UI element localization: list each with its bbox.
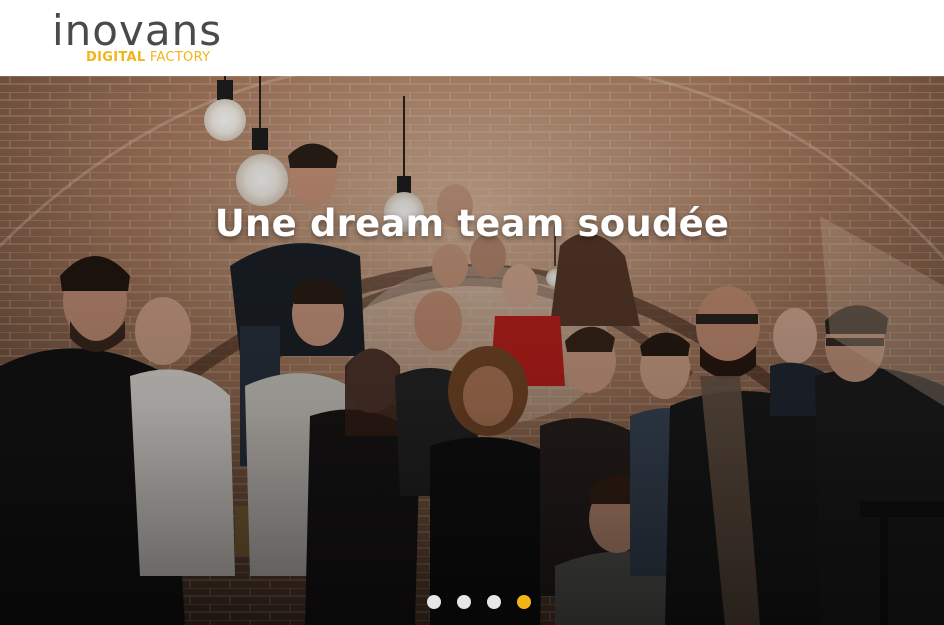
logo-tagline: DIGITAL FACTORY [86, 51, 210, 65]
inovans-logo[interactable]: inovans DIGITAL FACTORY [52, 10, 227, 68]
site-header: inovans DIGITAL FACTORY [0, 0, 944, 76]
hero-title: Une dream team soudée [214, 202, 730, 245]
slider-pagination [427, 595, 531, 609]
hero-slider[interactable]: Une dream team soudée [0, 76, 944, 625]
slider-dot-2[interactable] [457, 595, 471, 609]
hero-team-photo [0, 76, 944, 625]
logo-tagline-rest: FACTORY [149, 50, 211, 65]
logo-wordmark: inovans [52, 6, 223, 55]
slider-dot-4[interactable] [517, 595, 531, 609]
slider-dot-3[interactable] [487, 595, 501, 609]
logo-tagline-bold: DIGITAL [86, 50, 146, 65]
slider-dot-1[interactable] [427, 595, 441, 609]
